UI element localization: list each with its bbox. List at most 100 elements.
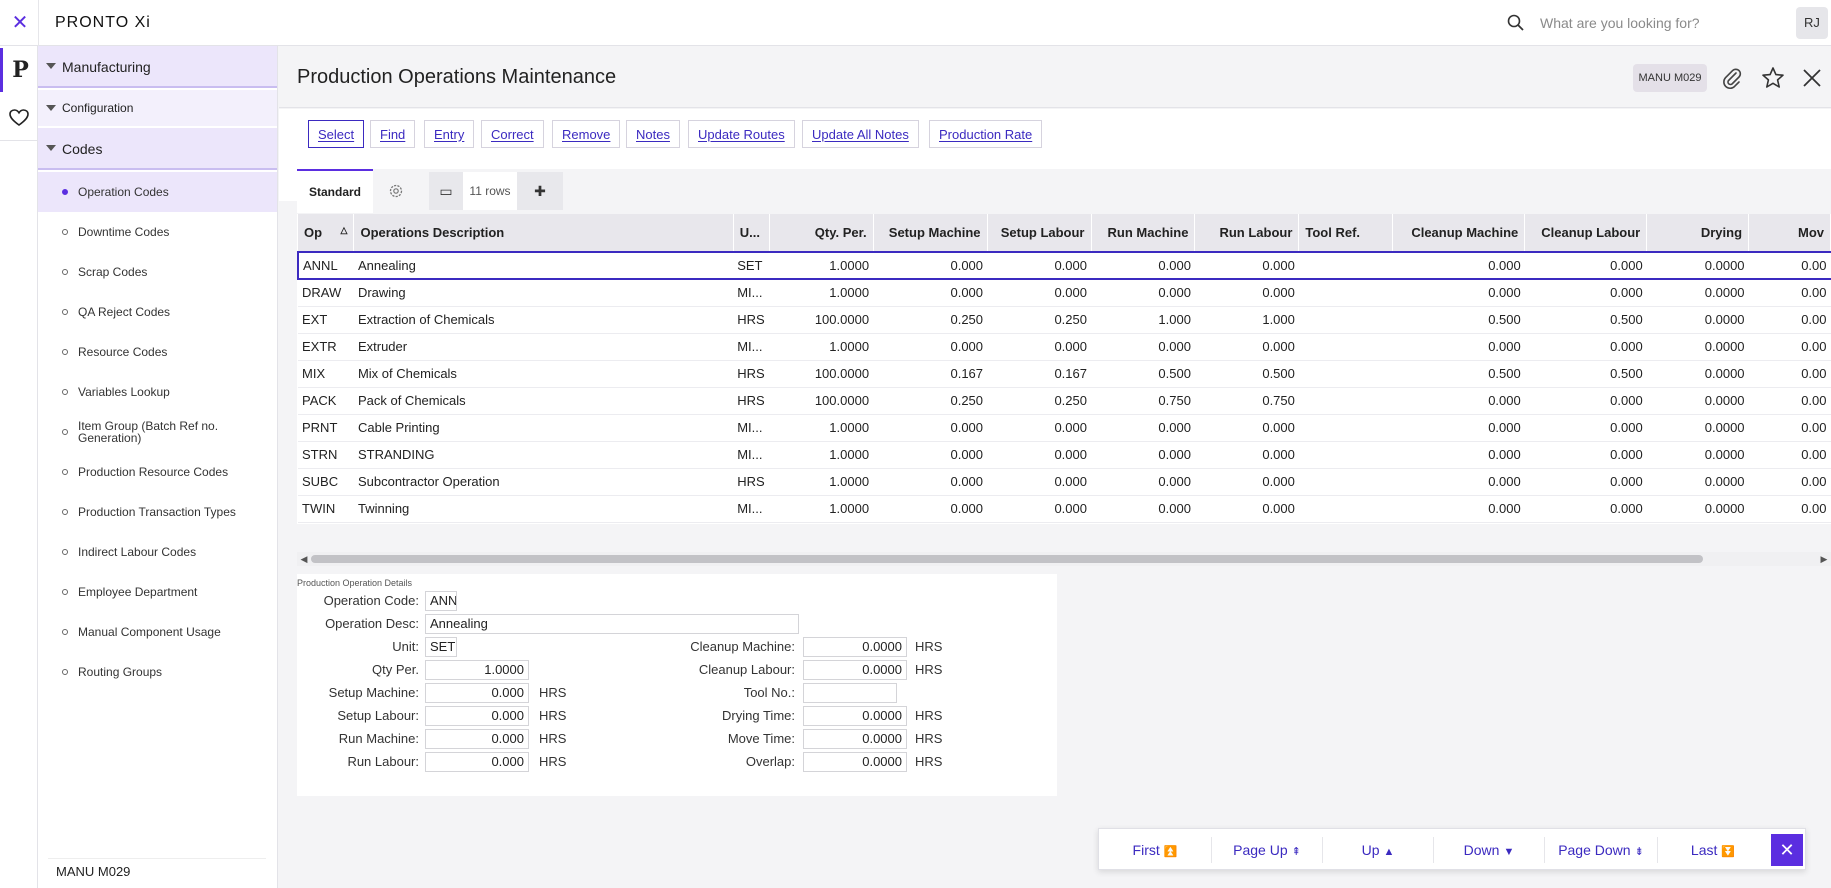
sidebar-item-routing-groups[interactable]: Routing Groups — [38, 652, 277, 692]
table-cell — [1298, 306, 1393, 334]
sidebar-item-indirect-labour-codes[interactable]: Indirect Labour Codes — [38, 532, 277, 572]
sidebar-item-operation-codes[interactable]: Operation Codes — [38, 172, 277, 212]
last-button[interactable]: Last ⏬ — [1658, 829, 1768, 871]
cleanup-machine-field[interactable]: 0.0000 — [803, 637, 907, 657]
overlap-field[interactable]: 0.0000 — [803, 752, 907, 772]
scrollbar-thumb[interactable] — [311, 555, 1703, 563]
update-routes-button[interactable]: Update Routes — [688, 120, 795, 148]
table-row[interactable]: EXT Extraction of Chemicals HRS 100.0000 0.2… — [298, 306, 1831, 334]
table-row[interactable]: DRAW Drawing MI... 1.0000 0.000 0.000 0.000 0.0… — [298, 279, 1831, 307]
remove-button[interactable]: Remove — [552, 120, 621, 148]
plus-icon[interactable]: ✚ — [517, 172, 563, 210]
table-cell: 0.750 — [1091, 387, 1195, 415]
star-icon[interactable] — [1760, 65, 1786, 91]
sidebar-group-codes[interactable]: Codes — [38, 128, 277, 170]
qty-per-field[interactable]: 1.0000 — [425, 660, 529, 680]
drying-time-field[interactable]: 0.0000 — [803, 706, 907, 726]
update-all-notes-button[interactable]: Update All Notes — [802, 120, 919, 148]
column-header-drying[interactable]: Drying — [1646, 214, 1750, 252]
overlap-unit: HRS — [915, 754, 943, 769]
setup-labour-field[interactable]: 0.000 — [425, 706, 529, 726]
setup-machine-field[interactable]: 0.000 — [425, 683, 529, 703]
minus-icon[interactable]: ▭ — [429, 172, 463, 210]
tool-no-field[interactable] — [803, 683, 897, 703]
sidebar-item-variables-lookup[interactable]: Variables Lookup — [38, 372, 277, 412]
sidebar-item-downtime-codes[interactable]: Downtime Codes — [38, 212, 277, 252]
gear-icon[interactable] — [387, 182, 405, 200]
sidebar-item-scrap-codes[interactable]: Scrap Codes — [38, 252, 277, 292]
unit-field[interactable]: SET — [425, 637, 457, 657]
table-row[interactable]: ANNL Annealing SET 1.0000 0.000 0.000 0.000 0.0… — [297, 251, 1831, 280]
setup-labour-label: Setup Labour: — [337, 708, 419, 723]
run-labour-field[interactable]: 0.000 — [425, 752, 529, 772]
down-button[interactable]: Down ▼ — [1434, 829, 1544, 871]
paperclip-icon[interactable] — [1719, 65, 1745, 91]
run-machine-field[interactable]: 0.000 — [425, 729, 529, 749]
column-header-tool-ref[interactable]: Tool Ref. — [1298, 214, 1394, 252]
notes-button[interactable]: Notes — [626, 120, 680, 148]
column-header-qty-per[interactable]: Qty. Per. — [769, 214, 874, 252]
sidebar-item-production-resource-codes[interactable]: Production Resource Codes — [38, 452, 277, 492]
entry-button[interactable]: Entry — [424, 120, 475, 148]
table-cell: 0.000 — [1194, 468, 1299, 496]
operation-desc-field[interactable]: Annealing — [425, 614, 799, 634]
operation-code-field[interactable]: ANNL — [425, 591, 457, 611]
favorites-heart-icon[interactable] — [0, 98, 38, 136]
table-cell: 0.00 — [1748, 279, 1831, 307]
column-header-description[interactable]: Operations Description — [353, 214, 734, 252]
sidebar-item-manual-component-usage[interactable]: Manual Component Usage — [38, 612, 277, 652]
sidebar-group-configuration[interactable]: Configuration — [38, 90, 277, 126]
column-header-unit[interactable]: U... — [733, 214, 770, 252]
sidebar-item-production-transaction-types[interactable]: Production Transaction Types — [38, 492, 277, 532]
search-icon[interactable] — [1506, 13, 1526, 33]
table-row[interactable]: VOLTInsulation CheckMI...1.00000.0000.00… — [298, 522, 1831, 524]
tab-standard[interactable]: Standard — [297, 169, 373, 213]
cleanup-labour-field[interactable]: 0.0000 — [803, 660, 907, 680]
page-down-button[interactable]: Page Down ⇟ — [1545, 829, 1657, 871]
table-row[interactable]: PRNT Cable Printing MI... 1.0000 0.000 0.000 0… — [298, 414, 1831, 442]
column-header-setup-machine[interactable]: Setup Machine — [873, 214, 988, 252]
horizontal-scrollbar[interactable]: ◀ ▶ — [297, 552, 1831, 566]
sidebar-item-qa-reject-codes[interactable]: QA Reject Codes — [38, 292, 277, 332]
table-cell: 0.000 — [1392, 441, 1525, 469]
column-header-run-labour[interactable]: Run Labour — [1194, 214, 1300, 252]
search-input[interactable] — [1540, 8, 1780, 38]
table-cell: 0.000 — [873, 522, 988, 524]
table-row[interactable]: MIX Mix of Chemicals HRS 100.0000 0.167 0.167… — [298, 360, 1831, 388]
up-button[interactable]: Up ▲ — [1323, 829, 1433, 871]
close-icon[interactable]: ✕ — [1771, 834, 1803, 866]
page-up-button[interactable]: Page Up ⇞ — [1212, 829, 1322, 871]
table-row[interactable]: PACK Pack of Chemicals HRS 100.0000 0.250 0.2… — [298, 387, 1831, 415]
column-header-cleanup-labour[interactable]: Cleanup Labour — [1524, 214, 1648, 252]
bullet-icon — [62, 589, 68, 595]
table-row[interactable]: STRN STRANDING MI... 1.0000 0.000 0.000 0.000 0… — [298, 441, 1831, 469]
pronto-menu-icon[interactable]: P — [0, 48, 38, 92]
table-row[interactable]: SUBC Subcontractor Operation HRS 1.0000 0.00… — [298, 468, 1831, 496]
run-labour-label: Run Labour: — [347, 754, 419, 769]
move-time-field[interactable]: 0.0000 — [803, 729, 907, 749]
avatar[interactable]: RJ — [1796, 7, 1828, 39]
column-header-op[interactable]: Op △ — [298, 214, 355, 252]
scroll-right-icon[interactable]: ▶ — [1817, 552, 1831, 566]
sidebar-item-item-group[interactable]: Item Group (Batch Ref no. Generation) — [38, 412, 238, 452]
first-button[interactable]: First ⏫ — [1099, 829, 1211, 871]
scroll-left-icon[interactable]: ◀ — [297, 552, 311, 566]
table-cell: 0.000 — [873, 414, 988, 442]
column-header-move[interactable]: Mov — [1748, 214, 1831, 252]
column-header-run-machine[interactable]: Run Machine — [1091, 214, 1196, 252]
table-row[interactable]: TWIN Twinning MI... 1.0000 0.000 0.000 0.000 0.… — [298, 495, 1831, 523]
table-cell: 0.250 — [873, 387, 988, 415]
sidebar-item-employee-department[interactable]: Employee Department — [38, 572, 277, 612]
production-rate-button[interactable]: Production Rate — [929, 120, 1043, 148]
table-row[interactable]: EXTR Extruder MI... 1.0000 0.000 0.000 0.000 0.… — [298, 333, 1831, 361]
close-icon[interactable] — [1799, 65, 1825, 91]
sidebar-item-resource-codes[interactable]: Resource Codes — [38, 332, 277, 372]
column-header-setup-labour[interactable]: Setup Labour — [987, 214, 1092, 252]
correct-button[interactable]: Correct — [481, 120, 544, 148]
find-button[interactable]: Find — [370, 120, 416, 148]
select-button[interactable]: Select — [308, 120, 365, 148]
close-icon[interactable]: ✕ — [10, 13, 30, 33]
column-header-cleanup-machine[interactable]: Cleanup Machine — [1392, 214, 1526, 252]
sidebar-group-manufacturing[interactable]: Manufacturing — [38, 46, 277, 88]
table-header-row: Op △ Operations Description U... Qty. Per… — [298, 214, 1831, 252]
